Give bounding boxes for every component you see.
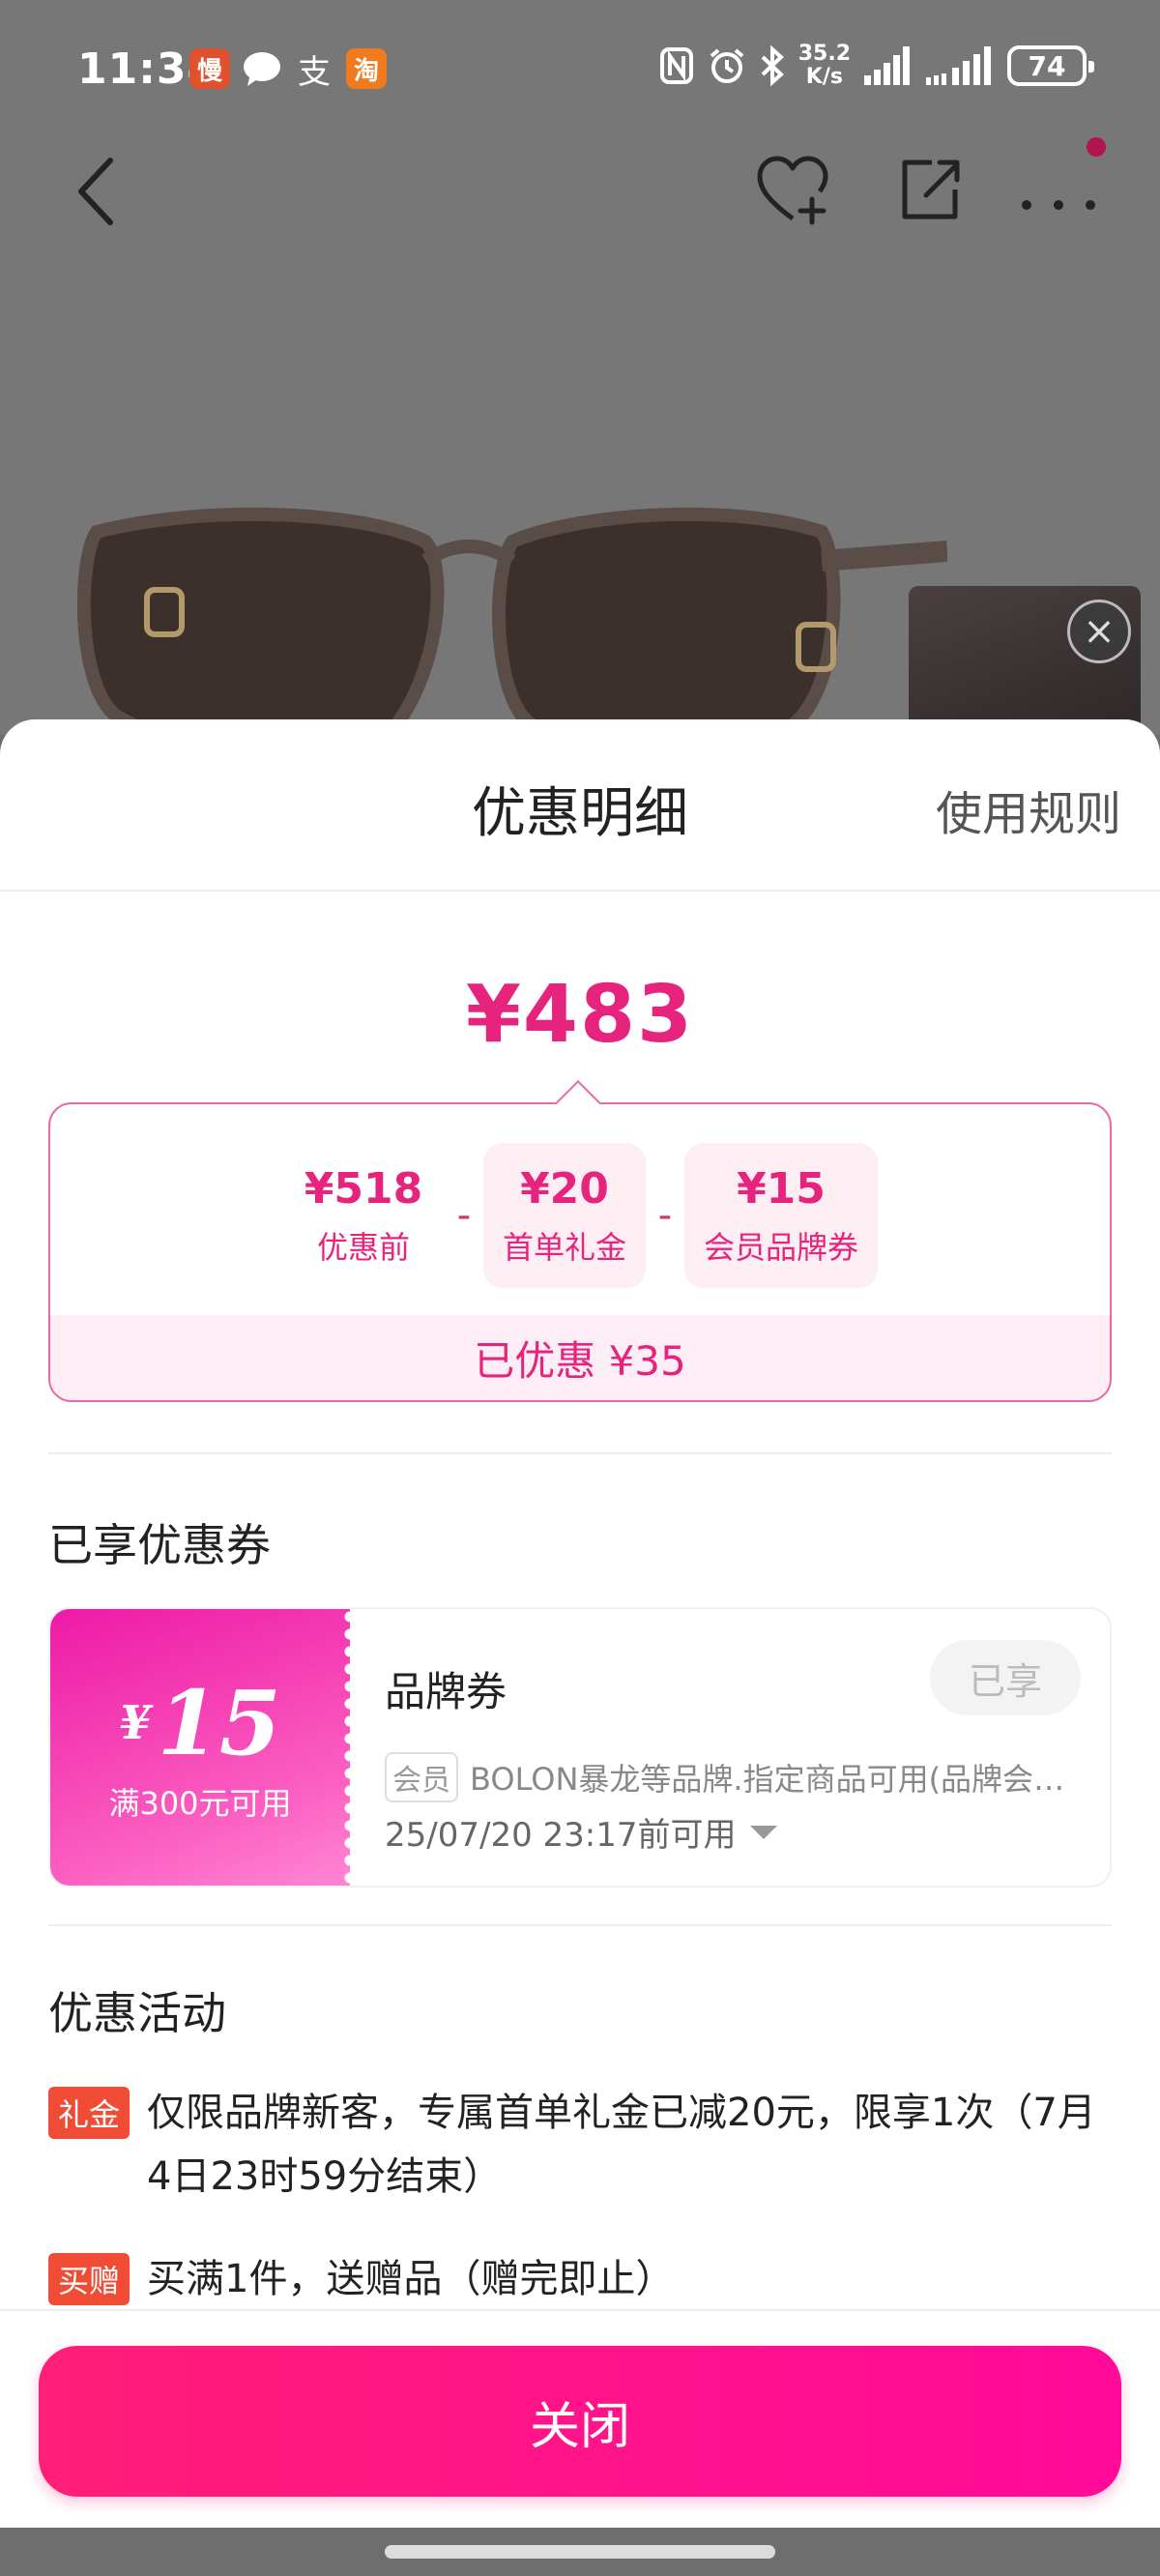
saved-amount: 已优惠 ¥35 <box>50 1315 1110 1400</box>
slow-app-icon: 慢 <box>189 48 230 89</box>
status-bar: 11:34 慢 支 淘 35.2 K/s 74 <box>0 0 1160 135</box>
coupon-validity-text: 25/07/20 23:17前可用 <box>385 1816 737 1855</box>
battery-indicator: 74 <box>1007 45 1094 86</box>
member-coupon-label: 会员品牌券 <box>703 1228 858 1266</box>
home-gesture-bar[interactable] <box>385 2545 775 2559</box>
coupon-amount: ¥15 <box>119 1675 280 1771</box>
minus-sign: - <box>657 1193 673 1238</box>
share-icon[interactable] <box>897 155 963 224</box>
sheet-header: 优惠明细 使用规则 <box>0 719 1160 892</box>
promotion-tag: 买赠 <box>48 2253 130 2305</box>
product-nav-bar <box>0 135 1160 242</box>
price-breakdown-card: ¥518 优惠前 - ¥20 首单礼金 - ¥15 会员品牌券 已优惠 ¥35 <box>48 1102 1112 1402</box>
first-order-gift-item: ¥20 首单礼金 <box>483 1143 646 1288</box>
original-price-label: 优惠前 <box>316 1228 410 1266</box>
product-image <box>77 507 947 735</box>
more-dots-icon[interactable] <box>1015 155 1102 224</box>
promotion-tag: 礼金 <box>48 2087 130 2139</box>
usage-rules-link[interactable]: 使用规则 <box>936 776 1121 843</box>
nfc-icon <box>659 47 693 84</box>
minus-sign: - <box>456 1193 472 1238</box>
promotion-item: 买赠 买满1件，送赠品（赠完即止） <box>48 2247 1112 2311</box>
promotion-item: 礼金 仅限品牌新客，专属首单礼金已减20元，限享1次（7月4日23时59分结束） <box>48 2081 1112 2209</box>
divider <box>48 1924 1112 1926</box>
coupon-amount-value: 15 <box>157 1671 281 1775</box>
coupon-card[interactable]: ¥15 满300元可用 品牌券 已享 会员 BOLON暴龙等品牌.指定商品可用(… <box>48 1607 1112 1888</box>
bluetooth-icon <box>761 45 784 86</box>
alipay-icon: 支 <box>298 52 331 92</box>
coupon-value-panel: ¥15 满300元可用 <box>50 1609 358 1886</box>
close-icon[interactable]: × <box>1067 600 1131 663</box>
price-breakdown-row: ¥518 优惠前 - ¥20 首单礼金 - ¥15 会员品牌券 <box>50 1143 1110 1288</box>
original-price-item: ¥518 优惠前 <box>282 1143 445 1288</box>
net-speed-value: 35.2 <box>798 42 851 66</box>
signal-2-icon <box>926 46 991 85</box>
discount-detail-sheet: 优惠明细 使用规则 ¥483 ¥518 优惠前 - ¥20 首单礼金 - ¥15… <box>0 719 1160 2528</box>
coupon-status-badge: 已享 <box>930 1640 1081 1715</box>
first-order-gift-value: ¥20 <box>520 1163 609 1214</box>
promotion-text: 买满1件，送赠品（赠完即止） <box>147 2257 675 2301</box>
coupon-name: 品牌券 <box>385 1668 508 1715</box>
close-button[interactable]: 关闭 <box>39 2346 1121 2497</box>
coupon-validity[interactable]: 25/07/20 23:17前可用 <box>385 1808 777 1856</box>
promotions-section-title: 优惠活动 <box>48 1987 226 2039</box>
chat-bubble-icon <box>242 48 282 89</box>
bottom-action-bar: 关闭 <box>0 2309 1160 2528</box>
expand-arrow-icon[interactable] <box>749 1825 777 1839</box>
gesture-navigation-area <box>0 2528 1160 2576</box>
notification-icons: 慢 支 淘 <box>189 48 387 92</box>
back-chevron-icon[interactable] <box>68 155 126 228</box>
coupons-section-title: 已享优惠券 <box>48 1519 271 1571</box>
coupon-currency: ¥ <box>119 1696 152 1750</box>
taobao-icon: 淘 <box>346 48 387 89</box>
divider <box>48 1452 1112 1454</box>
alarm-icon <box>710 48 744 83</box>
first-order-gift-label: 首单礼金 <box>502 1228 626 1266</box>
status-indicators: 35.2 K/s 74 <box>659 43 1094 89</box>
heart-plus-icon[interactable] <box>754 153 831 230</box>
coupon-condition: 满300元可用 <box>108 1785 292 1822</box>
product-page-backdrop: 11:34 慢 支 淘 35.2 K/s 74 × <box>0 0 1160 735</box>
original-price-value: ¥518 <box>304 1163 423 1214</box>
net-speed-unit: K/s <box>805 65 843 89</box>
member-coupon-value: ¥15 <box>737 1163 826 1214</box>
coupon-description-text: BOLON暴龙等品牌.指定商品可用(品牌会员专享) <box>470 1761 1090 1798</box>
notification-dot <box>1087 137 1106 157</box>
signal-icon <box>864 46 910 85</box>
promotion-text: 仅限品牌新客，专属首单礼金已减20元，限享1次（7月4日23时59分结束） <box>147 2091 1096 2199</box>
coupon-member-tag: 会员 <box>385 1752 458 1802</box>
final-price: ¥483 <box>465 969 695 1061</box>
member-coupon-item: ¥15 会员品牌券 <box>684 1143 878 1288</box>
coupon-description: 会员 BOLON暴龙等品牌.指定商品可用(品牌会员专享) <box>385 1752 1090 1802</box>
network-speed: 35.2 K/s <box>798 43 851 89</box>
